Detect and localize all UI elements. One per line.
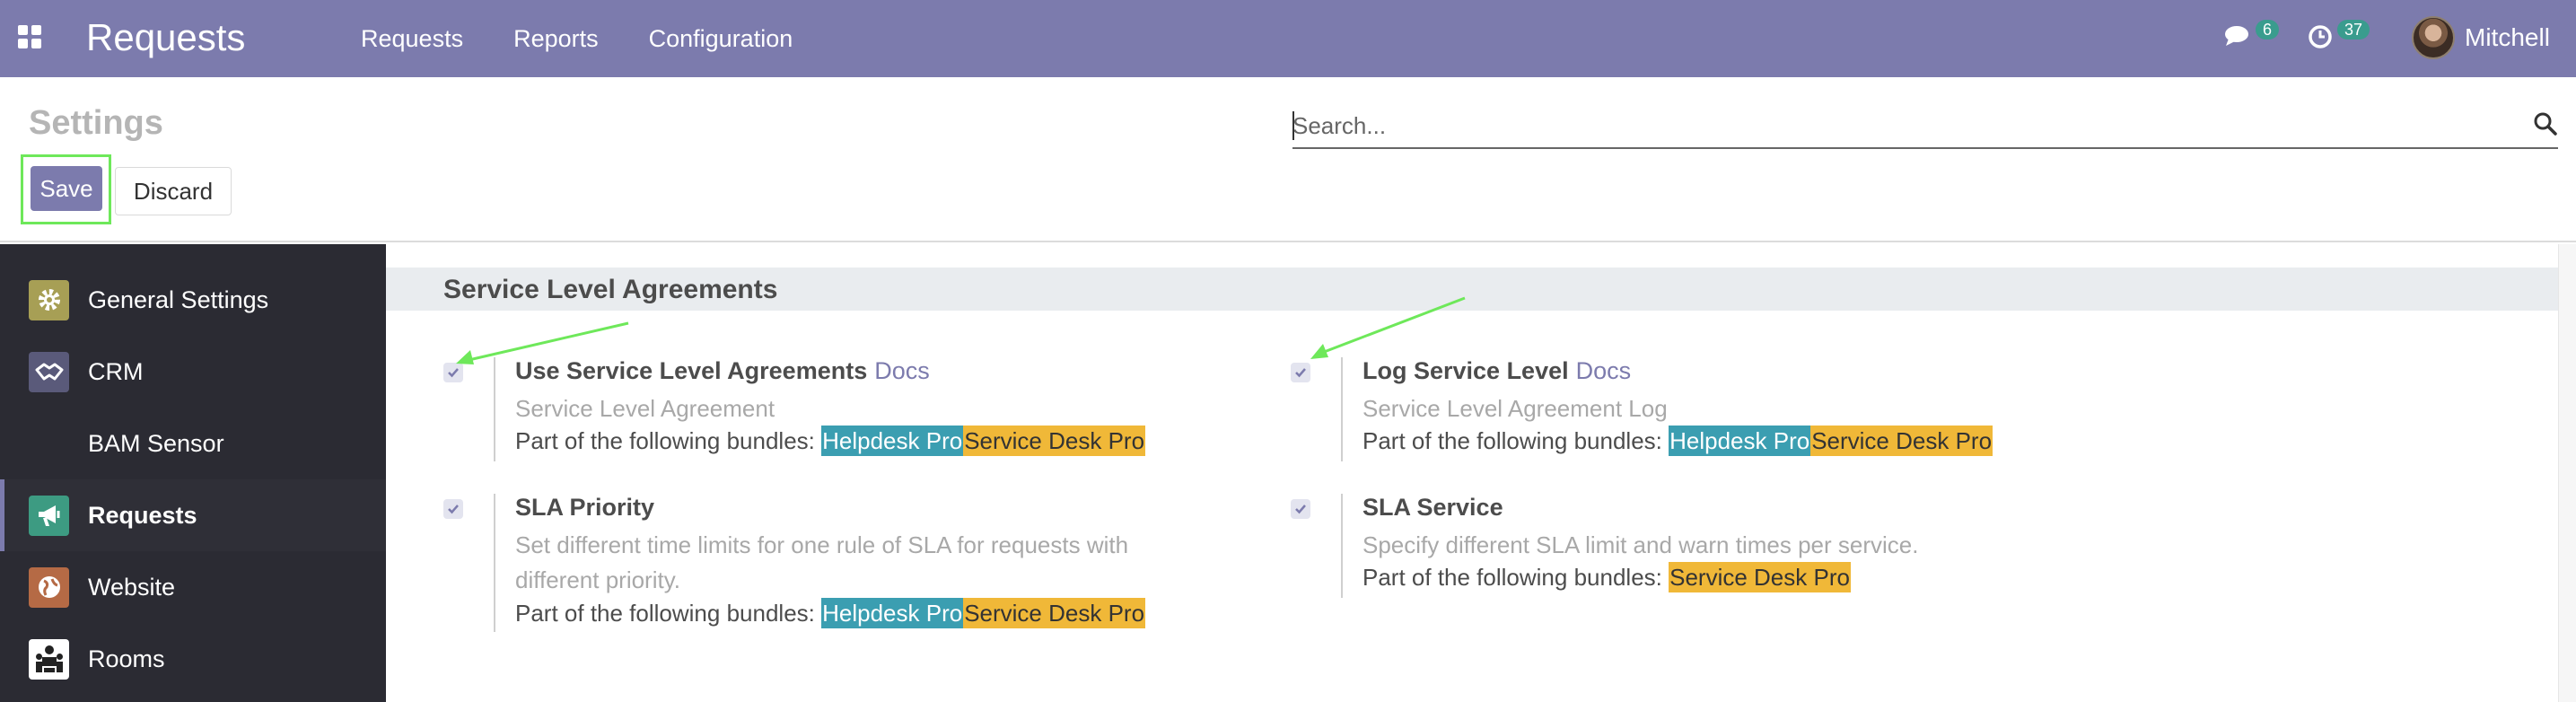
globe-icon bbox=[29, 566, 69, 608]
annotation-arrow-1 bbox=[456, 321, 629, 364]
bundles-line: Part of the following bundles: Helpdesk … bbox=[515, 426, 1146, 456]
checkbox-sla-service[interactable] bbox=[1291, 499, 1310, 519]
bundle-tag-helpdesk-pro: Helpdesk Pro bbox=[821, 426, 964, 456]
sidebar-item-label: Requests bbox=[88, 501, 197, 529]
sidebar-item-label: Rooms bbox=[88, 645, 165, 672]
settings-sidebar: General Settings CRM BAM Sensor Requests… bbox=[0, 244, 386, 702]
setting-log-service-level: Log Service Level Docs Service Level Agre… bbox=[1291, 357, 2098, 465]
setting-sla-priority: SLA Priority Set different time limits f… bbox=[443, 494, 1251, 637]
setting-description: Set different time limits for one rule o… bbox=[515, 531, 1129, 593]
apps-menu-icon[interactable] bbox=[18, 25, 41, 48]
setting-use-sla: Use Service Level Agreements Docs Service… bbox=[443, 357, 1251, 465]
annotation-arrow-2 bbox=[1310, 296, 1466, 359]
save-button[interactable]: Save bbox=[31, 166, 102, 211]
setting-title: SLA Priority bbox=[515, 494, 655, 521]
setting-divider bbox=[1341, 494, 1343, 598]
sidebar-item-requests[interactable]: Requests bbox=[0, 479, 386, 551]
discard-button[interactable]: Discard bbox=[115, 167, 232, 215]
text-cursor bbox=[1292, 111, 1294, 140]
sidebar-item-website[interactable]: Website bbox=[0, 551, 386, 623]
activity-count-badge: 37 bbox=[2337, 20, 2370, 39]
setting-sla-service: SLA Service Specify different SLA limit … bbox=[1291, 494, 2098, 601]
activity-clock-icon[interactable] bbox=[2307, 23, 2334, 50]
bundle-tag-helpdesk-pro: Helpdesk Pro bbox=[821, 598, 964, 628]
user-name[interactable]: Mitchell bbox=[2465, 23, 2550, 52]
setting-title: SLA Service bbox=[1362, 494, 1503, 521]
rooms-icon bbox=[29, 638, 69, 680]
control-panel: Settings Save Discard bbox=[0, 77, 2576, 242]
gear-icon bbox=[29, 279, 69, 320]
checkbox-sla-priority[interactable] bbox=[443, 499, 463, 519]
setting-divider bbox=[1341, 357, 1343, 461]
bundles-line: Part of the following bundles: Helpdesk … bbox=[1362, 426, 1993, 456]
main-menu: Requests Reports Configuration bbox=[361, 0, 843, 77]
setting-divider bbox=[494, 494, 495, 632]
scrollbar[interactable] bbox=[2558, 244, 2576, 702]
search-icon[interactable] bbox=[2533, 111, 2558, 136]
checkbox-log-service-level[interactable] bbox=[1291, 363, 1310, 382]
sidebar-item-crm[interactable]: CRM bbox=[0, 336, 386, 408]
top-navbar: Requests Requests Reports Configuration … bbox=[0, 0, 2576, 77]
app-title[interactable]: Requests bbox=[86, 14, 245, 61]
sidebar-item-rooms[interactable]: Rooms bbox=[0, 623, 386, 695]
sidebar-item-label: CRM bbox=[88, 357, 144, 385]
handshake-icon bbox=[29, 351, 69, 392]
menu-item-configuration[interactable]: Configuration bbox=[649, 25, 793, 53]
sidebar-item-label: BAM Sensor bbox=[88, 429, 224, 457]
menu-item-reports[interactable]: Reports bbox=[513, 25, 599, 53]
chat-count-badge: 6 bbox=[2256, 20, 2280, 39]
bundle-tag-service-desk-pro: Service Desk Pro bbox=[963, 598, 1146, 628]
megaphone-icon bbox=[29, 495, 69, 536]
section-title: Service Level Agreements bbox=[443, 275, 778, 304]
sidebar-item-bam-sensor[interactable]: BAM Sensor bbox=[0, 408, 386, 479]
docs-link[interactable]: Docs bbox=[874, 357, 930, 384]
setting-description: Specify different SLA limit and warn tim… bbox=[1362, 531, 1919, 558]
save-button-highlight: Save bbox=[21, 154, 111, 224]
search-bar bbox=[1292, 102, 2558, 149]
page-title: Settings bbox=[29, 104, 163, 142]
search-input[interactable] bbox=[1292, 108, 2513, 144]
setting-description: Service Level Agreement Log bbox=[1362, 395, 1668, 422]
sidebar-item-label: General Settings bbox=[88, 285, 269, 313]
bundles-line: Part of the following bundles: Service D… bbox=[1362, 562, 1851, 592]
bundle-tag-helpdesk-pro: Helpdesk Pro bbox=[1669, 426, 1811, 456]
sidebar-item-general-settings[interactable]: General Settings bbox=[0, 264, 386, 336]
chat-icon[interactable] bbox=[2224, 25, 2251, 47]
menu-item-requests[interactable]: Requests bbox=[361, 25, 463, 53]
docs-link[interactable]: Docs bbox=[1576, 357, 1632, 384]
bundle-tag-service-desk-pro: Service Desk Pro bbox=[1669, 562, 1851, 592]
user-avatar[interactable] bbox=[2412, 16, 2455, 59]
bundle-tag-service-desk-pro: Service Desk Pro bbox=[963, 426, 1146, 456]
sidebar-item-label: Website bbox=[88, 573, 176, 601]
setting-description: Service Level Agreement bbox=[515, 395, 775, 422]
bundle-tag-service-desk-pro: Service Desk Pro bbox=[1810, 426, 1993, 456]
setting-divider bbox=[494, 357, 495, 461]
bundles-line: Part of the following bundles: Helpdesk … bbox=[515, 598, 1146, 628]
